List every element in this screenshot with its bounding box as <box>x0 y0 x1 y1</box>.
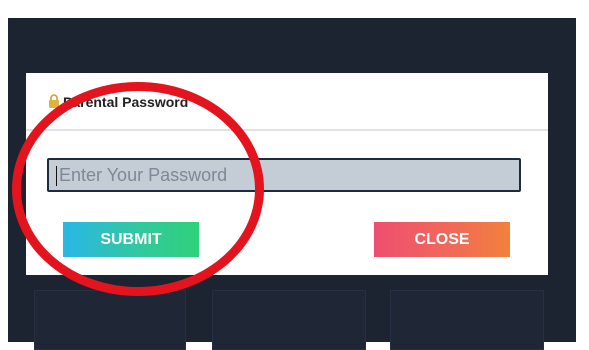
background-tile[interactable] <box>390 290 544 350</box>
close-button[interactable]: CLOSE <box>374 222 510 257</box>
password-input[interactable] <box>47 158 521 192</box>
dialog-header: Parental Password <box>26 73 548 131</box>
parental-password-dialog: Parental Password SUBMIT CLOSE <box>26 73 548 275</box>
submit-button[interactable]: SUBMIT <box>63 222 199 257</box>
lock-icon <box>49 94 59 108</box>
background-tile[interactable] <box>212 290 366 350</box>
background-tile[interactable] <box>34 290 186 350</box>
dialog-title: Parental Password <box>63 94 189 110</box>
text-cursor <box>56 166 57 186</box>
